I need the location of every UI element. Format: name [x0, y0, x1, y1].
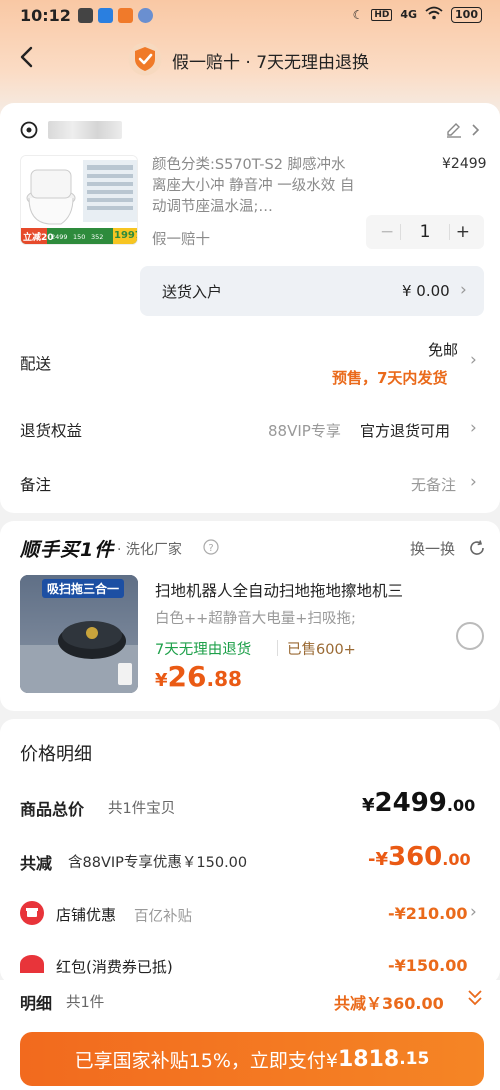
robot-spec: 白色++超静音大电量+扫吸拖;	[155, 611, 356, 627]
svg-text:?: ?	[208, 543, 213, 554]
increase-quantity-button[interactable]: +	[456, 222, 470, 242]
edit-icon	[447, 123, 480, 138]
image-cell-text: 150	[73, 233, 86, 241]
edit-address-button[interactable]	[444, 121, 480, 139]
robot-price-int: 26	[167, 660, 207, 693]
total-price: ¥2499.00	[362, 788, 475, 818]
robot-select-radio[interactable]	[456, 622, 484, 650]
shipping-note: 预售，7天内发货	[332, 369, 448, 387]
image-cell-text: 352	[91, 233, 104, 241]
hd-icon: HD	[371, 8, 393, 21]
red-packet-value[interactable]: -¥150.00	[388, 956, 468, 974]
robot-badge: 吸扫拖三合一	[42, 579, 125, 598]
shipping-free: 免邮	[428, 341, 459, 359]
shipping-chevron-icon[interactable]: ›	[470, 350, 477, 370]
chevron-down-icon[interactable]	[466, 988, 484, 1012]
discount-label: 共减	[20, 854, 53, 873]
store-discount-sub: 百亿补贴	[134, 909, 192, 925]
guarantee-tag: 假一赔十	[152, 232, 210, 248]
delivery-price: ¥ 0.00	[402, 282, 450, 300]
refund-vip: 88VIP专享	[268, 422, 341, 440]
divider	[400, 224, 401, 240]
red-packet-icon	[20, 955, 44, 973]
discount-price-symbol: -¥	[368, 849, 388, 870]
combo-title: 顺手买1件	[20, 539, 115, 561]
page-title: 假一赔十 · 7天无理由退换	[172, 53, 370, 73]
robot-title[interactable]: 扫地机器人全自动扫地拖地擦地机三	[155, 579, 403, 601]
status-time: 10:12	[20, 6, 71, 25]
pay-amount-dec: .15	[399, 1049, 430, 1069]
image-price-text: 1997	[114, 230, 137, 241]
detail-count: 共1件	[66, 995, 105, 1011]
refund-value[interactable]: 官方退货可用	[360, 420, 450, 441]
refund-chevron-icon[interactable]: ›	[470, 418, 477, 438]
red-packet-label: 红包(消费券已抵)	[56, 958, 173, 974]
quantity-value[interactable]: 1	[420, 222, 431, 242]
delivery-label: 送货入户	[162, 283, 223, 301]
address-text-redacted[interactable]	[48, 121, 122, 139]
remark-chevron-icon[interactable]: ›	[470, 472, 477, 492]
remark-label: 备注	[20, 476, 52, 494]
divider	[449, 224, 450, 240]
back-button[interactable]	[16, 46, 38, 68]
product-description[interactable]: 颜色分类:S570T-S2 脚感冲水 离座大小冲 静音冲 一级水效 自动调节座温…	[152, 155, 362, 218]
total-price-int: 2499	[374, 788, 447, 818]
price-detail-title: 价格明细	[20, 744, 92, 765]
status-bar: 10:12 ☾ HD 4G 100	[0, 0, 500, 32]
total-sub: 共1件宝贝	[108, 801, 176, 817]
total-label: 商品总价	[20, 800, 85, 819]
detail-label[interactable]: 明细	[20, 990, 52, 1014]
discount-price-dec: .00	[442, 850, 471, 869]
network-label: 4G	[400, 8, 418, 21]
pay-amount-int: 1818	[337, 1046, 400, 1072]
quantity-stepper: − 1 +	[366, 215, 484, 249]
refund-label: 退货权益	[20, 422, 83, 440]
remark-value[interactable]: 无备注	[411, 474, 456, 495]
robot-price: ¥26.88	[155, 660, 242, 693]
notification-icon	[118, 8, 133, 23]
decrease-quantity-button[interactable]: −	[380, 222, 394, 242]
status-app-icons	[78, 8, 153, 23]
discount-price-int: 360	[388, 842, 443, 872]
wifi-icon	[425, 6, 443, 23]
shield-check-icon	[128, 42, 162, 76]
shipping-label: 配送	[20, 355, 52, 373]
total-price-symbol: ¥	[362, 795, 375, 816]
help-icon[interactable]: ?	[203, 539, 219, 555]
notification-icon	[98, 8, 113, 23]
image-cell-text: 2499	[51, 233, 68, 241]
status-indicators: ☾ HD 4G 100	[353, 6, 482, 23]
robot-return-policy: 7天无理由退货	[155, 642, 252, 658]
notification-icon	[78, 8, 93, 23]
image-banner-text: 立减20	[23, 233, 54, 243]
total-price-dec: .00	[446, 796, 476, 815]
robot-price-symbol: ¥	[155, 670, 168, 691]
refresh-icon[interactable]	[468, 539, 486, 557]
chevron-left-icon	[20, 46, 33, 68]
product-image[interactable]: 立减20 2499 150 352 1997	[20, 155, 138, 245]
discount-price: -¥360.00	[368, 842, 471, 872]
discount-sub: 含88VIP专享优惠￥150.00	[68, 855, 248, 871]
store-coupon-icon	[20, 901, 44, 925]
product-price: ¥2499	[442, 156, 487, 172]
combo-subtitle: · 洗化厂家	[117, 542, 182, 558]
location-pin-icon	[20, 121, 38, 139]
robot-product-image[interactable]: 吸扫拖三合一	[20, 575, 138, 693]
store-discount-label: 店铺优惠	[56, 906, 117, 924]
notification-icon	[138, 8, 153, 23]
robot-sold-count: 已售600+	[287, 642, 356, 658]
divider	[277, 640, 278, 656]
pay-button[interactable]: 已享国家补贴15%，立即支付¥ 1818.15	[20, 1032, 484, 1086]
swap-button[interactable]: 换一换	[410, 538, 455, 559]
robot-price-dec: .88	[206, 667, 242, 691]
battery-indicator: 100	[451, 6, 482, 23]
chevron-right-icon: ›	[460, 280, 467, 300]
store-chevron-icon[interactable]: ›	[470, 902, 477, 922]
detail-saving[interactable]: 共减￥360.00	[334, 990, 444, 1014]
pay-button-label: 已享国家补贴15%，立即支付¥	[74, 1049, 338, 1072]
store-discount-value[interactable]: -¥210.00	[388, 904, 468, 923]
moon-icon: ☾	[352, 7, 364, 22]
